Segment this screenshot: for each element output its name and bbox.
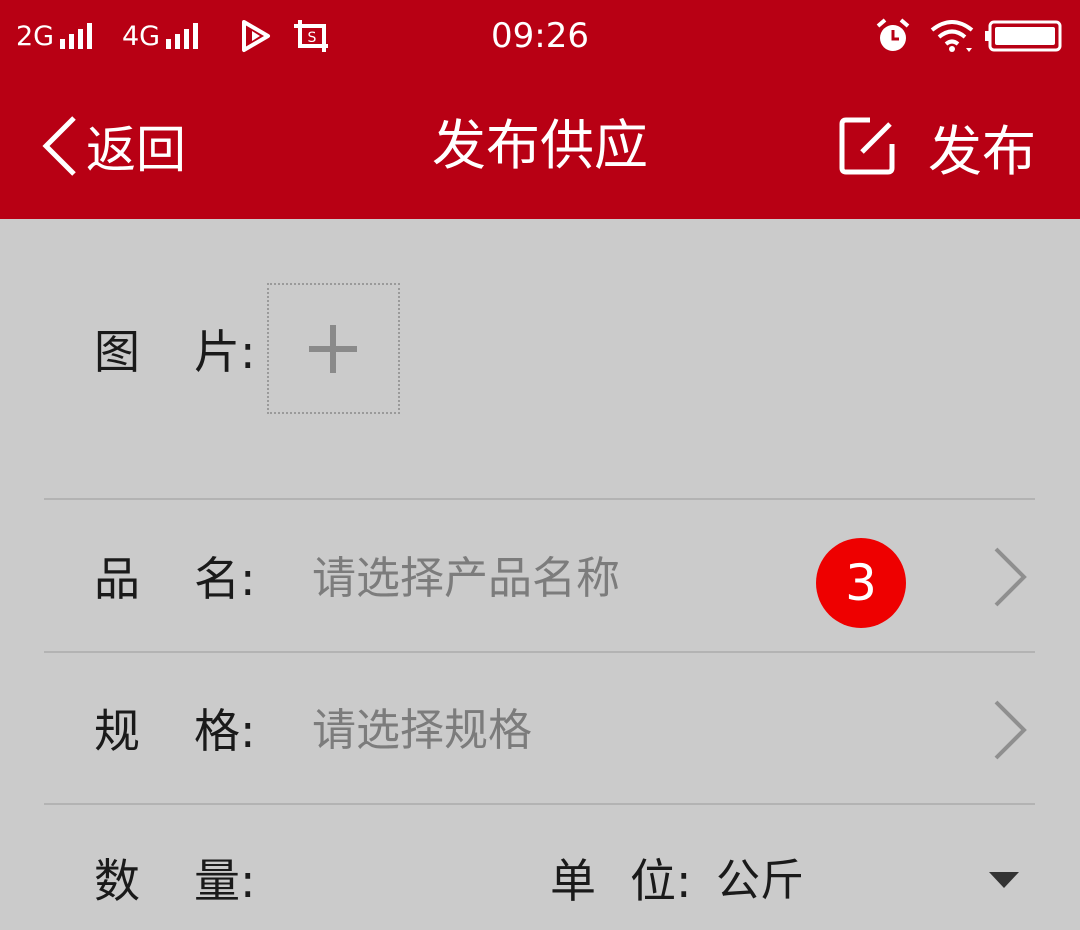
divider [44,651,1035,653]
add-image-button[interactable] [267,283,400,414]
chevron-right-icon[interactable] [990,698,1030,762]
quantity-label-char2: 量: [194,854,256,908]
divider [44,803,1035,805]
nav-bar: 返回 发布供应 发布 [0,72,1080,219]
divider [44,498,1035,500]
spec-label-char1: 规 [94,704,140,758]
battery-icon [984,14,1064,58]
supply-form: 图 片: 品 名: 请选择产品名称 3 规 格: 请选择规格 数 量: 单 位:… [0,219,1080,930]
unit-label-char2: 位: [630,854,692,908]
unit-label-char1: 单 [550,854,596,908]
wifi-icon [928,14,976,58]
dropdown-caret-icon[interactable] [989,872,1019,888]
spec-field[interactable]: 请选择规格 [312,703,532,759]
app-header: 2G 4G S 09:26 返回 发布供应 发布 [0,0,1080,219]
image-label-char1: 图 [94,325,140,379]
chevron-right-icon[interactable] [990,545,1030,609]
product-name-field[interactable]: 请选择产品名称 [312,551,620,607]
image-label-char2: 片: [194,325,256,379]
quantity-label-char1: 数 [94,854,140,908]
product-name-label-char2: 名: [194,552,256,606]
status-time: 09:26 [491,16,589,56]
unit-select[interactable]: 公斤 [716,853,804,909]
alarm-icon [874,14,912,58]
spec-label-char2: 格: [194,704,256,758]
publish-button[interactable]: 发布 [838,112,1036,183]
publish-label: 发布 [928,119,1036,183]
plus-icon [309,325,357,373]
edit-icon [839,117,895,175]
status-bar: 2G 4G S 09:26 [0,0,1080,72]
count-badge: 3 [816,538,906,628]
product-name-label-char1: 品 [94,552,140,606]
